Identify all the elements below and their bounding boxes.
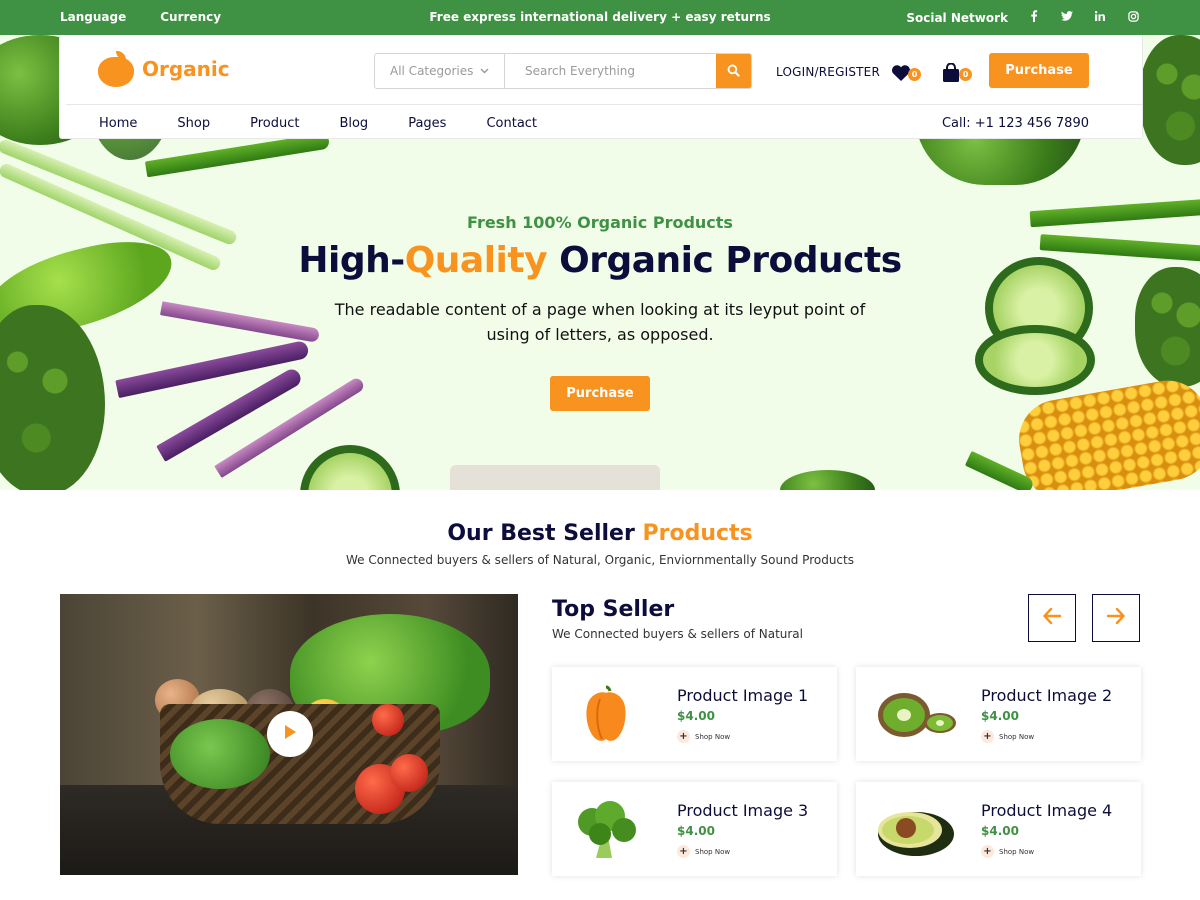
shop-now-link[interactable]: + Shop Now (981, 730, 1034, 743)
product-price: $4.00 (981, 709, 1019, 723)
section-subtitle: We Connected buyers & sellers of Natural… (346, 553, 854, 567)
cucumber-image (300, 445, 400, 490)
search-input[interactable] (505, 54, 716, 88)
product-name[interactable]: Product Image 4 (981, 801, 1112, 820)
nav-contact[interactable]: Contact (486, 116, 537, 131)
language-selector[interactable]: Language (60, 10, 126, 24)
product-card[interactable]: Product Image 2 $4.00 + Shop Now (856, 667, 1141, 761)
header-divider (66, 104, 1142, 105)
purple-chili-image (159, 301, 321, 343)
promo-text: Free express international delivery + ea… (429, 10, 771, 24)
kiwi-image (874, 681, 956, 747)
cart-count-badge: 0 (959, 68, 972, 81)
nav-shop[interactable]: Shop (177, 116, 210, 131)
shop-now-label: Shop Now (999, 732, 1035, 741)
play-icon (283, 724, 297, 744)
hero-subtitle: Fresh 100% Organic Products (467, 213, 733, 232)
hero-banner: Organic All Categories LOGIN/REGISTER 0 (0, 35, 1200, 490)
plus-icon: + (677, 730, 690, 743)
shop-now-link[interactable]: + Shop Now (981, 845, 1034, 858)
top-seller-title: Top Seller (552, 597, 675, 622)
section-title: Our Best Seller Products (0, 521, 1200, 546)
arrow-right-icon (1106, 607, 1125, 628)
linkedin-icon[interactable] (1093, 11, 1107, 24)
product-price: $4.00 (981, 824, 1019, 838)
nav-product[interactable]: Product (250, 116, 299, 131)
section-title-highlight: Products (642, 521, 753, 546)
search-icon (727, 62, 740, 81)
hero-purchase-button[interactable]: Purchase (550, 376, 650, 411)
broccoli-image (0, 305, 105, 490)
product-card[interactable]: Product Image 4 $4.00 + Shop Now (856, 782, 1141, 876)
login-register-link[interactable]: LOGIN/REGISTER (776, 65, 880, 79)
chevron-down-icon (480, 66, 489, 77)
nav-pages[interactable]: Pages (408, 116, 446, 131)
product-price: $4.00 (677, 824, 715, 838)
search-bar: All Categories (374, 53, 752, 89)
orange-pepper-image (570, 681, 642, 747)
broccoli-image (1135, 267, 1200, 387)
social-network-label: Social Network (906, 10, 1008, 25)
product-name[interactable]: Product Image 2 (981, 686, 1112, 705)
hero-title-highlight: Quality (404, 240, 548, 281)
hero-title-part1: High- (298, 240, 405, 281)
shop-now-link[interactable]: + Shop Now (677, 730, 730, 743)
hero-title: High-Quality Organic Products (0, 240, 1200, 281)
plus-icon: + (981, 730, 994, 743)
next-arrow-button[interactable] (1092, 594, 1140, 642)
arrow-left-icon (1043, 607, 1062, 628)
top-bar: Language Currency Free express internati… (0, 0, 1200, 35)
play-button[interactable] (267, 711, 313, 757)
product-name[interactable]: Product Image 3 (677, 801, 808, 820)
wishlist-count-badge: 0 (908, 68, 921, 81)
nav-blog[interactable]: Blog (339, 116, 368, 131)
search-button[interactable] (716, 54, 751, 88)
product-card[interactable]: Product Image 3 $4.00 + Shop Now (552, 782, 837, 876)
currency-selector[interactable]: Currency (160, 10, 221, 24)
shop-now-label: Shop Now (999, 847, 1035, 856)
tomato-image (372, 704, 404, 736)
broccoli-image (570, 796, 642, 862)
logo-text: Organic (142, 57, 230, 81)
product-name[interactable]: Product Image 1 (677, 686, 808, 705)
facebook-icon[interactable] (1027, 10, 1041, 25)
shop-now-label: Shop Now (695, 732, 731, 741)
category-select-value: All Categories (390, 64, 474, 78)
plus-icon: + (677, 845, 690, 858)
apple-logo-icon (98, 51, 134, 87)
product-price: $4.00 (677, 709, 715, 723)
site-logo[interactable]: Organic (98, 51, 230, 87)
green-chili-image (144, 132, 331, 178)
broccoli-image (1140, 35, 1200, 165)
plus-icon: + (981, 845, 994, 858)
cucumber-slice-image (975, 325, 1095, 395)
tomato-image (390, 754, 428, 792)
top-seller-subtitle: We Connected buyers & sellers of Natural (552, 627, 803, 641)
instagram-icon[interactable] (1126, 10, 1140, 25)
category-select[interactable]: All Categories (375, 54, 505, 88)
twitter-icon[interactable] (1060, 11, 1074, 24)
hero-title-part2: Organic Products (547, 240, 902, 281)
lettuce-image (780, 470, 875, 490)
video-thumbnail[interactable] (60, 594, 518, 875)
section-title-part1: Our Best Seller (447, 521, 643, 546)
mint-leaves-image (170, 719, 270, 789)
shop-now-label: Shop Now (695, 847, 731, 856)
product-card[interactable]: Product Image 1 $4.00 + Shop Now (552, 667, 837, 761)
wishlist-button[interactable]: 0 (891, 61, 921, 85)
hero-description: The readable content of a page when look… (334, 300, 866, 344)
shop-now-link[interactable]: + Shop Now (677, 845, 730, 858)
cart-button[interactable]: 0 (942, 61, 972, 85)
prev-arrow-button[interactable] (1028, 594, 1076, 642)
tray-image (450, 465, 660, 490)
call-phone-number[interactable]: Call: +1 123 456 7890 (942, 116, 1089, 131)
header-purchase-button[interactable]: Purchase (989, 53, 1089, 88)
main-header: Organic All Categories LOGIN/REGISTER 0 (60, 35, 1142, 138)
main-nav: Home Shop Product Blog Pages Contact (99, 116, 577, 131)
nav-home[interactable]: Home (99, 116, 137, 131)
avocado-image (874, 796, 954, 862)
